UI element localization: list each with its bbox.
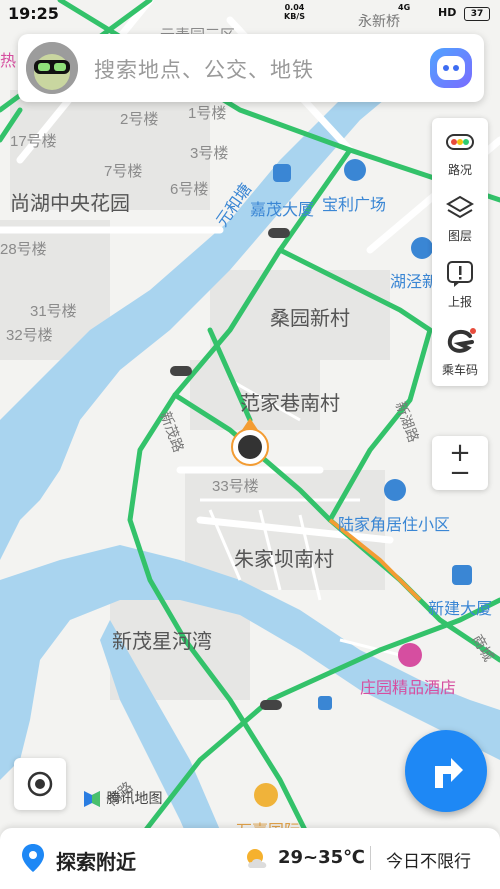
status-time: 19:25	[8, 4, 59, 23]
map-label: 32号楼	[6, 327, 53, 344]
weather-sun-cloud-icon	[247, 849, 267, 868]
location-pin-icon	[22, 844, 44, 872]
map-label: 热	[0, 52, 16, 70]
locate-icon	[27, 771, 53, 797]
divider	[370, 846, 371, 870]
tencent-maps-label: 腾讯地图	[106, 791, 163, 807]
map-label: 范家巷南村	[240, 392, 340, 415]
map-label: 28号楼	[0, 241, 47, 258]
map-label: 7号楼	[104, 163, 142, 180]
tool-label: 上报	[447, 295, 472, 309]
layers-icon	[446, 195, 474, 219]
traffic-icon	[446, 134, 474, 150]
ride-code-icon	[447, 328, 476, 353]
battery-indicator: 37	[464, 7, 490, 21]
map-label: 6号楼	[170, 181, 208, 198]
map-label: 庄园精品酒店	[360, 679, 456, 697]
tool-label: 图层	[447, 229, 472, 243]
zoom-out-button[interactable]: −	[432, 458, 488, 488]
report-icon	[447, 261, 473, 287]
explore-nearby-button[interactable]: 探索附近	[56, 846, 136, 875]
assistant-icon[interactable]	[430, 48, 472, 88]
tencent-maps-icon	[84, 791, 100, 807]
locate-button[interactable]	[14, 758, 66, 810]
map-label: 17号楼	[10, 133, 57, 150]
search-bar[interactable]: 搜索地点、公交、地铁	[18, 34, 484, 102]
map-label: 新茂星河湾	[112, 630, 212, 653]
map-label: 桑园新村	[270, 307, 350, 330]
network-type: 4G	[398, 3, 411, 12]
weather-temperature[interactable]: 29~35℃	[278, 847, 365, 868]
map-label: 2号楼	[120, 111, 158, 128]
avatar[interactable]	[26, 42, 78, 94]
map-label: 湖泾新	[390, 273, 438, 291]
traffic-button[interactable]: 路况	[432, 118, 488, 184]
zoom-control: + −	[432, 436, 488, 490]
route-arrow-icon	[435, 758, 463, 788]
route-button[interactable]	[405, 730, 487, 812]
map-label: 尚湖中央花园	[10, 192, 130, 215]
map-label: 31号楼	[30, 303, 77, 320]
map-label: 嘉茂大厦	[250, 201, 314, 219]
search-input[interactable]: 搜索地点、公交、地铁	[94, 54, 314, 84]
map-tools-panel: 路况 图层 上报 乘车码	[432, 118, 488, 386]
map-label: 33号楼	[212, 478, 259, 495]
map-label: 3号楼	[190, 145, 228, 162]
traffic-restriction[interactable]: 今日不限行	[386, 847, 471, 872]
report-button[interactable]: 上报	[432, 250, 488, 316]
map-label: 陆家角居住小区	[338, 516, 450, 534]
map-label: 1号楼	[188, 105, 226, 122]
tool-label: 路况	[447, 163, 472, 177]
map-label: 新建大厦	[428, 600, 492, 618]
map-label: 朱家坝南村	[234, 548, 334, 571]
map-label: 宝利广场	[322, 196, 386, 214]
tencent-maps-logo: 腾讯地图	[82, 788, 162, 809]
hd-indicator: HD	[438, 6, 457, 19]
tool-label: 乘车码	[441, 363, 478, 377]
ride-code-button[interactable]: 乘车码	[432, 318, 488, 384]
network-speed: 0.04 KB/S	[284, 3, 305, 21]
layers-button[interactable]: 图层	[432, 184, 488, 250]
status-bar: 19:25 0.04 KB/S 4G HD 37	[0, 0, 500, 28]
bottom-bar: 探索附近 29~35℃ 今日不限行	[0, 828, 500, 889]
